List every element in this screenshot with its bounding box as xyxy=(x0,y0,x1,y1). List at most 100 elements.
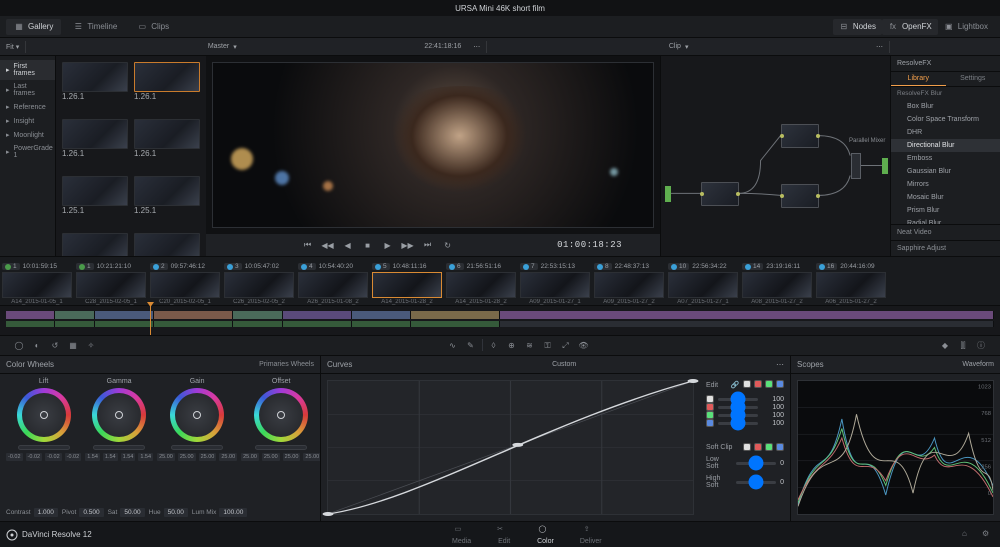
color-wheel-offset[interactable] xyxy=(254,388,308,442)
scopes-mode[interactable]: Waveform xyxy=(962,361,994,368)
fx-item[interactable]: Mirrors xyxy=(891,178,1000,191)
clip-thumb[interactable]: 621:56:51:16A14_2015-01-28_2 xyxy=(446,261,516,305)
picker-icon[interactable]: ◯ xyxy=(12,339,26,353)
fx-tab-settings[interactable]: Settings xyxy=(946,72,1000,86)
album-item[interactable]: ▸Last frames xyxy=(0,80,55,100)
info-icon[interactable]: ⓘ xyxy=(974,339,988,353)
fx-tab-library[interactable]: Library xyxy=(891,72,946,86)
param-value[interactable]: 0.500 xyxy=(79,508,103,517)
ch-red[interactable] xyxy=(754,380,762,388)
still-thumb[interactable] xyxy=(62,62,128,92)
album-item[interactable]: ▸Insight xyxy=(0,114,55,128)
fx-item[interactable]: DHR xyxy=(891,126,1000,139)
gallery-icon[interactable]: ▦ xyxy=(66,339,80,353)
color-wheel-lift[interactable] xyxy=(17,388,71,442)
node-1[interactable] xyxy=(701,182,739,206)
curves-tool-icon[interactable]: ∿ xyxy=(446,339,460,353)
tab-gallery[interactable]: ▦ Gallery xyxy=(6,19,61,35)
tab-clips[interactable]: ▭ Clips xyxy=(129,19,177,35)
channel-swatch[interactable] xyxy=(706,395,714,403)
fx-item[interactable]: Mosaic Blur xyxy=(891,191,1000,204)
window-icon[interactable]: ◊ xyxy=(487,339,501,353)
clip-thumb[interactable]: 1022:56:34:22A07_2015-01-27_1 xyxy=(668,261,738,305)
tab-timeline[interactable]: ☰ Timeline xyxy=(65,19,125,35)
parallel-mixer[interactable] xyxy=(851,153,861,179)
param-value[interactable]: 50.00 xyxy=(164,508,188,517)
playhead[interactable] xyxy=(150,306,151,335)
tab-openfx[interactable]: fx OpenFX xyxy=(882,19,938,35)
key-icon[interactable]: ⚿ xyxy=(541,339,555,353)
play-icon[interactable]: ▶ xyxy=(382,239,394,251)
clip-thumb[interactable]: 1620:44:16:09A06_2015-01-27_2 xyxy=(816,261,886,305)
go-end-icon[interactable]: ⏭ xyxy=(422,239,434,251)
viewer-canvas[interactable] xyxy=(212,62,654,228)
clip-thumb[interactable]: 110:01:59:15A14_2015-01-05_1 xyxy=(2,261,72,305)
still-thumb[interactable] xyxy=(134,119,200,149)
step-back-icon[interactable]: ◀◀ xyxy=(322,239,334,251)
clip-strip[interactable]: 110:01:59:15A14_2015-01-05_1110:21:21:10… xyxy=(0,256,1000,306)
high-soft-slider[interactable] xyxy=(736,481,776,484)
low-soft-slider[interactable] xyxy=(736,462,776,465)
still-thumb[interactable] xyxy=(62,119,128,149)
wand-icon[interactable]: ✧ xyxy=(84,339,98,353)
fx-section-neat[interactable]: Neat Video xyxy=(891,224,1000,240)
wheels-mode[interactable]: Primaries Wheels xyxy=(259,361,314,368)
still-thumb[interactable] xyxy=(62,233,128,256)
play-back-icon[interactable]: ◀ xyxy=(342,239,354,251)
album-item[interactable]: ▸Moonlight xyxy=(0,128,55,142)
still-thumb[interactable] xyxy=(134,233,200,256)
curves-mode[interactable]: Custom xyxy=(552,361,576,368)
clip-thumb[interactable]: 410:54:40:20A26_2015-01-08_2 xyxy=(298,261,368,305)
fx-item[interactable]: Directional Blur xyxy=(891,139,1000,152)
node-2[interactable] xyxy=(781,124,819,148)
node-clip-dropdown[interactable]: Clip▾ xyxy=(663,43,695,51)
color-wheel-gamma[interactable] xyxy=(92,388,146,442)
param-value[interactable]: 50.00 xyxy=(120,508,144,517)
channel-swatch[interactable] xyxy=(706,411,714,419)
page-deliver[interactable]: ⇪Deliver xyxy=(580,525,602,545)
go-start-icon[interactable]: ⏮ xyxy=(302,239,314,251)
jog-offset[interactable] xyxy=(255,445,307,450)
scopes-toggle-icon[interactable]: ⫿⫿ xyxy=(956,339,970,353)
link-icon[interactable]: 🔗 xyxy=(730,380,740,390)
curves-opts-icon[interactable]: ⋯ xyxy=(776,360,784,369)
fx-item[interactable]: Color Space Transform xyxy=(891,113,1000,126)
qualifier-icon[interactable]: ✎ xyxy=(464,339,478,353)
reset-icon[interactable]: ↺ xyxy=(48,339,62,353)
channel-slider[interactable] xyxy=(718,422,758,425)
page-edit[interactable]: ✂Edit xyxy=(497,525,511,545)
contrast-icon[interactable]: ◐ xyxy=(30,339,44,353)
home-icon[interactable]: ⌂ xyxy=(962,529,974,541)
clip-thumb[interactable]: 722:53:15:13A09_2015-01-27_1 xyxy=(520,261,590,305)
jog-gain[interactable] xyxy=(171,445,223,450)
stereo-icon[interactable]: 👁 xyxy=(577,339,591,353)
jog-gamma[interactable] xyxy=(93,445,145,450)
ch-lum[interactable] xyxy=(743,380,751,388)
still-thumb[interactable] xyxy=(134,176,200,206)
tab-lightbox[interactable]: ▣ Lightbox xyxy=(938,19,994,35)
node-3[interactable] xyxy=(781,184,819,208)
viewer-opts-icon[interactable]: ⋯ xyxy=(467,43,486,51)
keyframe-icon[interactable]: ◆ xyxy=(938,339,952,353)
step-fwd-icon[interactable]: ▶▶ xyxy=(402,239,414,251)
fit-dropdown[interactable]: Fit ▾ xyxy=(0,43,25,51)
stop-icon[interactable]: ■ xyxy=(362,239,374,251)
page-media[interactable]: ▭Media xyxy=(452,525,471,545)
channel-swatch[interactable] xyxy=(706,419,714,427)
node-graph[interactable]: Parallel Mixer xyxy=(660,56,890,256)
fx-item[interactable]: Prism Blur xyxy=(891,204,1000,217)
album-item[interactable]: ▸First frames xyxy=(0,60,55,80)
fx-item[interactable]: Gaussian Blur xyxy=(891,165,1000,178)
curve-editor[interactable] xyxy=(327,380,694,515)
color-wheel-gain[interactable] xyxy=(170,388,224,442)
fx-item[interactable]: Emboss xyxy=(891,152,1000,165)
sizing-icon[interactable]: ⤢ xyxy=(559,339,573,353)
param-value[interactable]: 100.00 xyxy=(219,508,247,517)
clip-thumb[interactable]: 822:48:37:13A09_2015-01-27_2 xyxy=(594,261,664,305)
clip-thumb[interactable]: 1423:19:16:11A08_2015-01-27_2 xyxy=(742,261,812,305)
fx-item[interactable]: Box Blur xyxy=(891,100,1000,113)
tab-nodes[interactable]: ⊟ Nodes xyxy=(833,19,882,35)
ch-blue[interactable] xyxy=(776,380,784,388)
fx-section-sapphire[interactable]: Sapphire Adjust xyxy=(891,240,1000,256)
param-value[interactable]: 1.000 xyxy=(34,508,58,517)
